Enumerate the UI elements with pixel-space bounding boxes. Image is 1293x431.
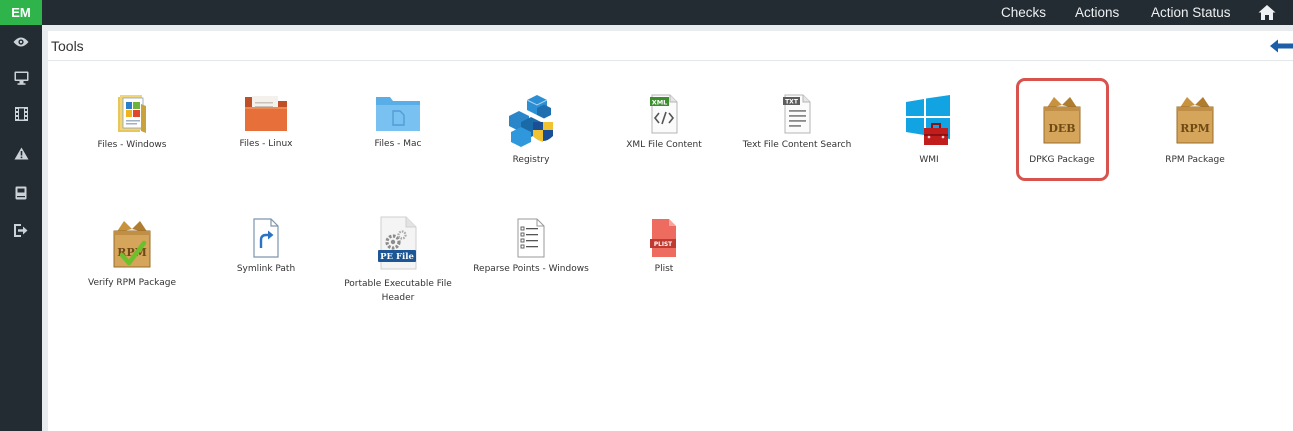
xml-badge: XML (652, 98, 668, 106)
tool-symlink-path[interactable]: Symlink Path (201, 218, 331, 278)
verify-rpm-icon: RPM (67, 219, 197, 269)
files-windows-icon (67, 92, 197, 134)
tool-text-file-content-search[interactable]: TXT Text File Content Search (732, 92, 862, 162)
symlink-icon (201, 218, 331, 258)
reparse-points-icon (466, 218, 596, 258)
xml-file-icon: XML (599, 94, 729, 134)
tool-label: Files - Linux (239, 139, 293, 149)
logout-icon[interactable] (11, 220, 31, 240)
tool-label: RPM Package (1165, 155, 1225, 165)
tool-files-windows[interactable]: Files - Windows (67, 92, 197, 162)
warning-icon[interactable] (11, 143, 31, 163)
tool-verify-rpm-package[interactable]: RPM Verify RPM Package (67, 218, 197, 293)
tool-plist[interactable]: PLIST Plist (599, 218, 729, 278)
pe-file-icon: PE File (333, 216, 463, 270)
tool-label: Portable Executable File Header (344, 279, 452, 303)
rpm-package-icon: RPM (1130, 95, 1260, 145)
files-mac-icon (333, 94, 463, 132)
nav-checks[interactable]: Checks (1001, 0, 1046, 25)
tool-label: Plist (654, 264, 674, 274)
tool-registry[interactable]: Registry (466, 92, 596, 172)
top-navbar: EM Checks Actions Action Status (0, 0, 1293, 25)
sidebar (0, 25, 42, 431)
nav-action-status[interactable]: Action Status (1151, 0, 1231, 25)
tool-label: Files - Windows (97, 140, 167, 150)
wmi-icon (864, 95, 994, 147)
tool-label: Files - Mac (374, 139, 422, 149)
panel-header: Tools (48, 31, 1293, 61)
plist-badge: PLIST (654, 242, 672, 248)
rpm-badge: RPM (1180, 122, 1210, 135)
pe-badge: PE File (380, 252, 414, 262)
monitor-icon[interactable] (11, 68, 31, 88)
files-linux-icon (201, 92, 331, 134)
tool-wmi[interactable]: WMI (864, 92, 994, 172)
selected-tool-highlight (1016, 78, 1109, 181)
page-title: Tools (51, 38, 84, 54)
book-icon[interactable] (11, 183, 31, 203)
app-logo[interactable]: EM (0, 0, 42, 25)
tool-xml-file-content[interactable]: XML XML File Content (599, 92, 729, 162)
tool-files-linux[interactable]: Files - Linux (201, 92, 331, 162)
tool-rpm-package[interactable]: RPM RPM Package (1130, 92, 1260, 172)
plist-icon: PLIST (599, 218, 729, 258)
tool-label: Symlink Path (236, 264, 296, 274)
tool-label: WMI (919, 155, 939, 165)
eye-icon[interactable] (11, 32, 31, 52)
tool-label: XML File Content (626, 140, 702, 150)
text-file-icon: TXT (732, 94, 862, 134)
home-icon[interactable] (1258, 4, 1276, 21)
tool-label: Reparse Points - Windows (473, 264, 589, 274)
tool-portable-executable-file-header[interactable]: PE File Portable Executable File Header (333, 216, 463, 306)
back-arrow-icon[interactable] (1270, 39, 1293, 53)
tool-label: Verify RPM Package (87, 278, 176, 288)
film-icon[interactable] (11, 104, 31, 124)
tool-label: Registry (512, 155, 550, 165)
tool-reparse-points-windows[interactable]: Reparse Points - Windows (466, 218, 596, 278)
nav-actions[interactable]: Actions (1075, 0, 1119, 25)
tool-label: Text File Content Search (742, 140, 852, 150)
txt-badge: TXT (785, 99, 799, 106)
registry-icon (466, 92, 596, 148)
tool-files-mac[interactable]: Files - Mac (333, 92, 463, 162)
